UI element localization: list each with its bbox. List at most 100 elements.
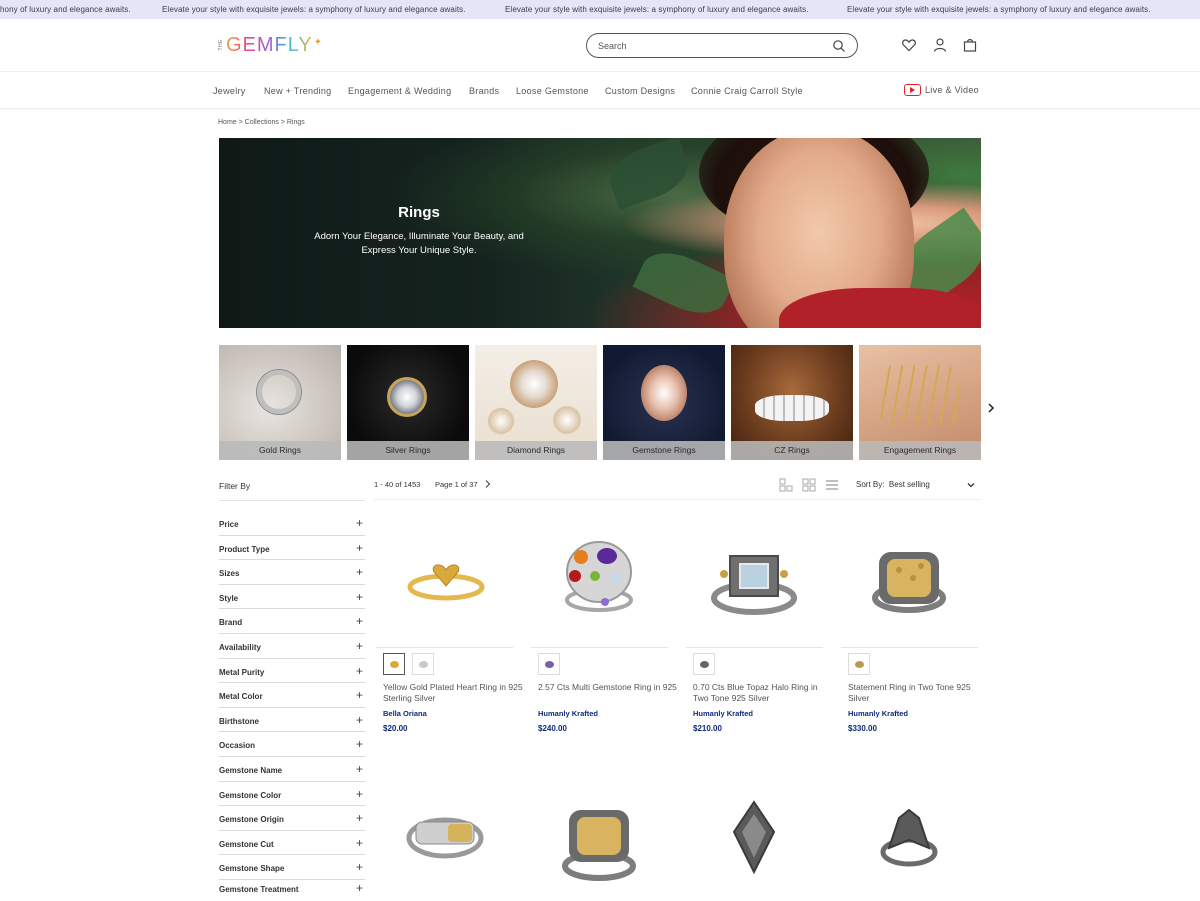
expand-plus-icon[interactable]: +: [356, 665, 363, 677]
filter-brand[interactable]: Brand +: [219, 609, 365, 634]
expand-plus-icon[interactable]: +: [356, 812, 363, 824]
expand-plus-icon[interactable]: +: [356, 542, 363, 554]
expand-plus-icon[interactable]: +: [356, 738, 363, 750]
nav-item-connie-craig-carroll[interactable]: Connie Craig Carroll Style: [691, 86, 803, 96]
filter-label: Price: [219, 520, 239, 529]
variant-swatch[interactable]: [383, 653, 405, 675]
wishlist-heart-icon[interactable]: [901, 37, 917, 53]
category-label: CZ Rings: [731, 441, 853, 460]
filter-gemstone-origin[interactable]: Gemstone Origin +: [219, 806, 365, 831]
expand-plus-icon[interactable]: +: [356, 640, 363, 652]
product-price: $330.00: [848, 724, 877, 733]
variant-swatch[interactable]: [538, 653, 560, 675]
product-image[interactable]: [531, 770, 668, 901]
filter-gemstone-color[interactable]: Gemstone Color +: [219, 782, 365, 807]
filter-metal-color[interactable]: Metal Color +: [219, 683, 365, 708]
announcement-text: Elevate your style with exquisite jewels…: [847, 5, 1151, 14]
expand-plus-icon[interactable]: +: [356, 714, 363, 726]
nav-item-custom-designs[interactable]: Custom Designs: [605, 86, 675, 96]
product-brand[interactable]: Humanly Krafted: [693, 709, 753, 718]
results-count: 1 - 40 of 1453: [374, 480, 421, 489]
logo-the: THE: [218, 39, 224, 51]
variant-swatch[interactable]: [848, 653, 870, 675]
announcement-text: hony of luxury and elegance awaits.: [0, 5, 131, 14]
expand-plus-icon[interactable]: +: [356, 615, 363, 627]
filter-product-type[interactable]: Product Type +: [219, 536, 365, 561]
breadcrumb[interactable]: Home > Collections > Rings: [218, 119, 305, 126]
expand-plus-icon[interactable]: +: [356, 517, 363, 529]
product-image[interactable]: [686, 770, 823, 901]
product-name[interactable]: 0.70 Cts Blue Topaz Halo Ring in Two Ton…: [693, 682, 833, 704]
filter-gemstone-name[interactable]: Gemstone Name +: [219, 757, 365, 782]
search-box[interactable]: [586, 33, 858, 58]
expand-plus-icon[interactable]: +: [356, 763, 363, 775]
product-name[interactable]: Yellow Gold Plated Heart Ring in 925 Ste…: [383, 682, 523, 704]
announcement-text: Elevate your style with exquisite jewels…: [505, 5, 809, 14]
expand-plus-icon[interactable]: +: [356, 882, 363, 894]
nav-item-new-trending[interactable]: New + Trending: [264, 86, 332, 96]
product-brand[interactable]: Bella Oriana: [383, 709, 427, 718]
filter-birthstone[interactable]: Birthstone +: [219, 708, 365, 733]
filter-label: Style: [219, 593, 239, 603]
nav-item-live-video[interactable]: Live & Video: [904, 84, 979, 96]
filter-occasion[interactable]: Occasion +: [219, 732, 365, 757]
category-tile-cz-rings[interactable]: CZ Rings: [731, 345, 853, 460]
product-price: $20.00: [383, 724, 408, 733]
grid-four-view-icon[interactable]: [802, 478, 816, 492]
ring-illustration: [550, 403, 584, 437]
variant-swatch[interactable]: [693, 653, 715, 675]
expand-plus-icon[interactable]: +: [356, 591, 363, 603]
product-image[interactable]: [531, 512, 668, 640]
expand-plus-icon[interactable]: +: [356, 689, 363, 701]
account-user-icon[interactable]: [932, 37, 948, 53]
filter-sizes[interactable]: Sizes +: [219, 560, 365, 585]
variant-swatch[interactable]: [412, 653, 434, 675]
category-tile-gold-rings[interactable]: Gold Rings: [219, 345, 341, 460]
product-name[interactable]: Statement Ring in Two Tone 925 Silver: [848, 682, 988, 704]
card-divider: [841, 647, 978, 648]
category-tile-silver-rings[interactable]: Silver Rings: [347, 345, 469, 460]
filter-label: Gemstone Color: [219, 790, 282, 800]
product-image[interactable]: [686, 512, 823, 640]
gemfly-logo[interactable]: THE GEMFLY ✦: [218, 33, 322, 57]
filter-price[interactable]: Price +: [219, 511, 365, 536]
expand-plus-icon[interactable]: +: [356, 861, 363, 873]
list-view-icon[interactable]: [825, 478, 839, 492]
nav-item-engagement-wedding[interactable]: Engagement & Wedding: [348, 86, 451, 96]
sort-dropdown[interactable]: Sort By: Best selling: [856, 480, 930, 489]
category-tile-diamond-rings[interactable]: Diamond Rings: [475, 345, 597, 460]
filter-gemstone-cut[interactable]: Gemstone Cut +: [219, 831, 365, 856]
filter-label: Metal Purity: [219, 667, 265, 677]
search-icon[interactable]: [832, 39, 846, 53]
shopping-bag-icon[interactable]: [962, 37, 978, 53]
filter-label: Gemstone Cut: [219, 839, 274, 849]
expand-plus-icon[interactable]: +: [356, 788, 363, 800]
filter-label: Gemstone Name: [219, 766, 283, 775]
grid-two-view-icon[interactable]: [779, 478, 793, 492]
filter-metal-purity[interactable]: Metal Purity +: [219, 659, 365, 684]
nav-item-brands[interactable]: Brands: [469, 86, 499, 96]
product-brand[interactable]: Humanly Krafted: [848, 709, 908, 718]
expand-plus-icon[interactable]: +: [356, 837, 363, 849]
filter-availability[interactable]: Availability +: [219, 634, 365, 659]
sort-value[interactable]: Best selling: [889, 480, 930, 489]
product-name[interactable]: 2.57 Cts Multi Gemstone Ring in 925: [538, 682, 678, 693]
nav-item-jewelry[interactable]: Jewelry: [213, 86, 246, 96]
expand-plus-icon[interactable]: +: [356, 566, 363, 578]
product-price: $240.00: [538, 724, 567, 733]
category-tile-engagement-rings[interactable]: Engagement Rings: [859, 345, 981, 460]
filter-gemstone-treatment[interactable]: Gemstone Treatment +: [219, 876, 365, 901]
product-image[interactable]: [376, 770, 513, 901]
carousel-next-chevron-icon[interactable]: [985, 402, 997, 414]
next-page-chevron-icon[interactable]: [484, 479, 492, 489]
category-tile-gemstone-rings[interactable]: Gemstone Rings: [603, 345, 725, 460]
product-brand[interactable]: Humanly Krafted: [538, 709, 598, 718]
sort-chevron-down-icon[interactable]: [966, 480, 976, 490]
filter-style[interactable]: Style +: [219, 585, 365, 610]
search-input[interactable]: [598, 38, 818, 53]
product-image[interactable]: [841, 770, 978, 901]
product-image[interactable]: [841, 512, 978, 640]
product-image[interactable]: [376, 512, 513, 640]
page-indicator: Page 1 of 37: [435, 480, 478, 489]
nav-item-loose-gemstone[interactable]: Loose Gemstone: [516, 86, 589, 96]
